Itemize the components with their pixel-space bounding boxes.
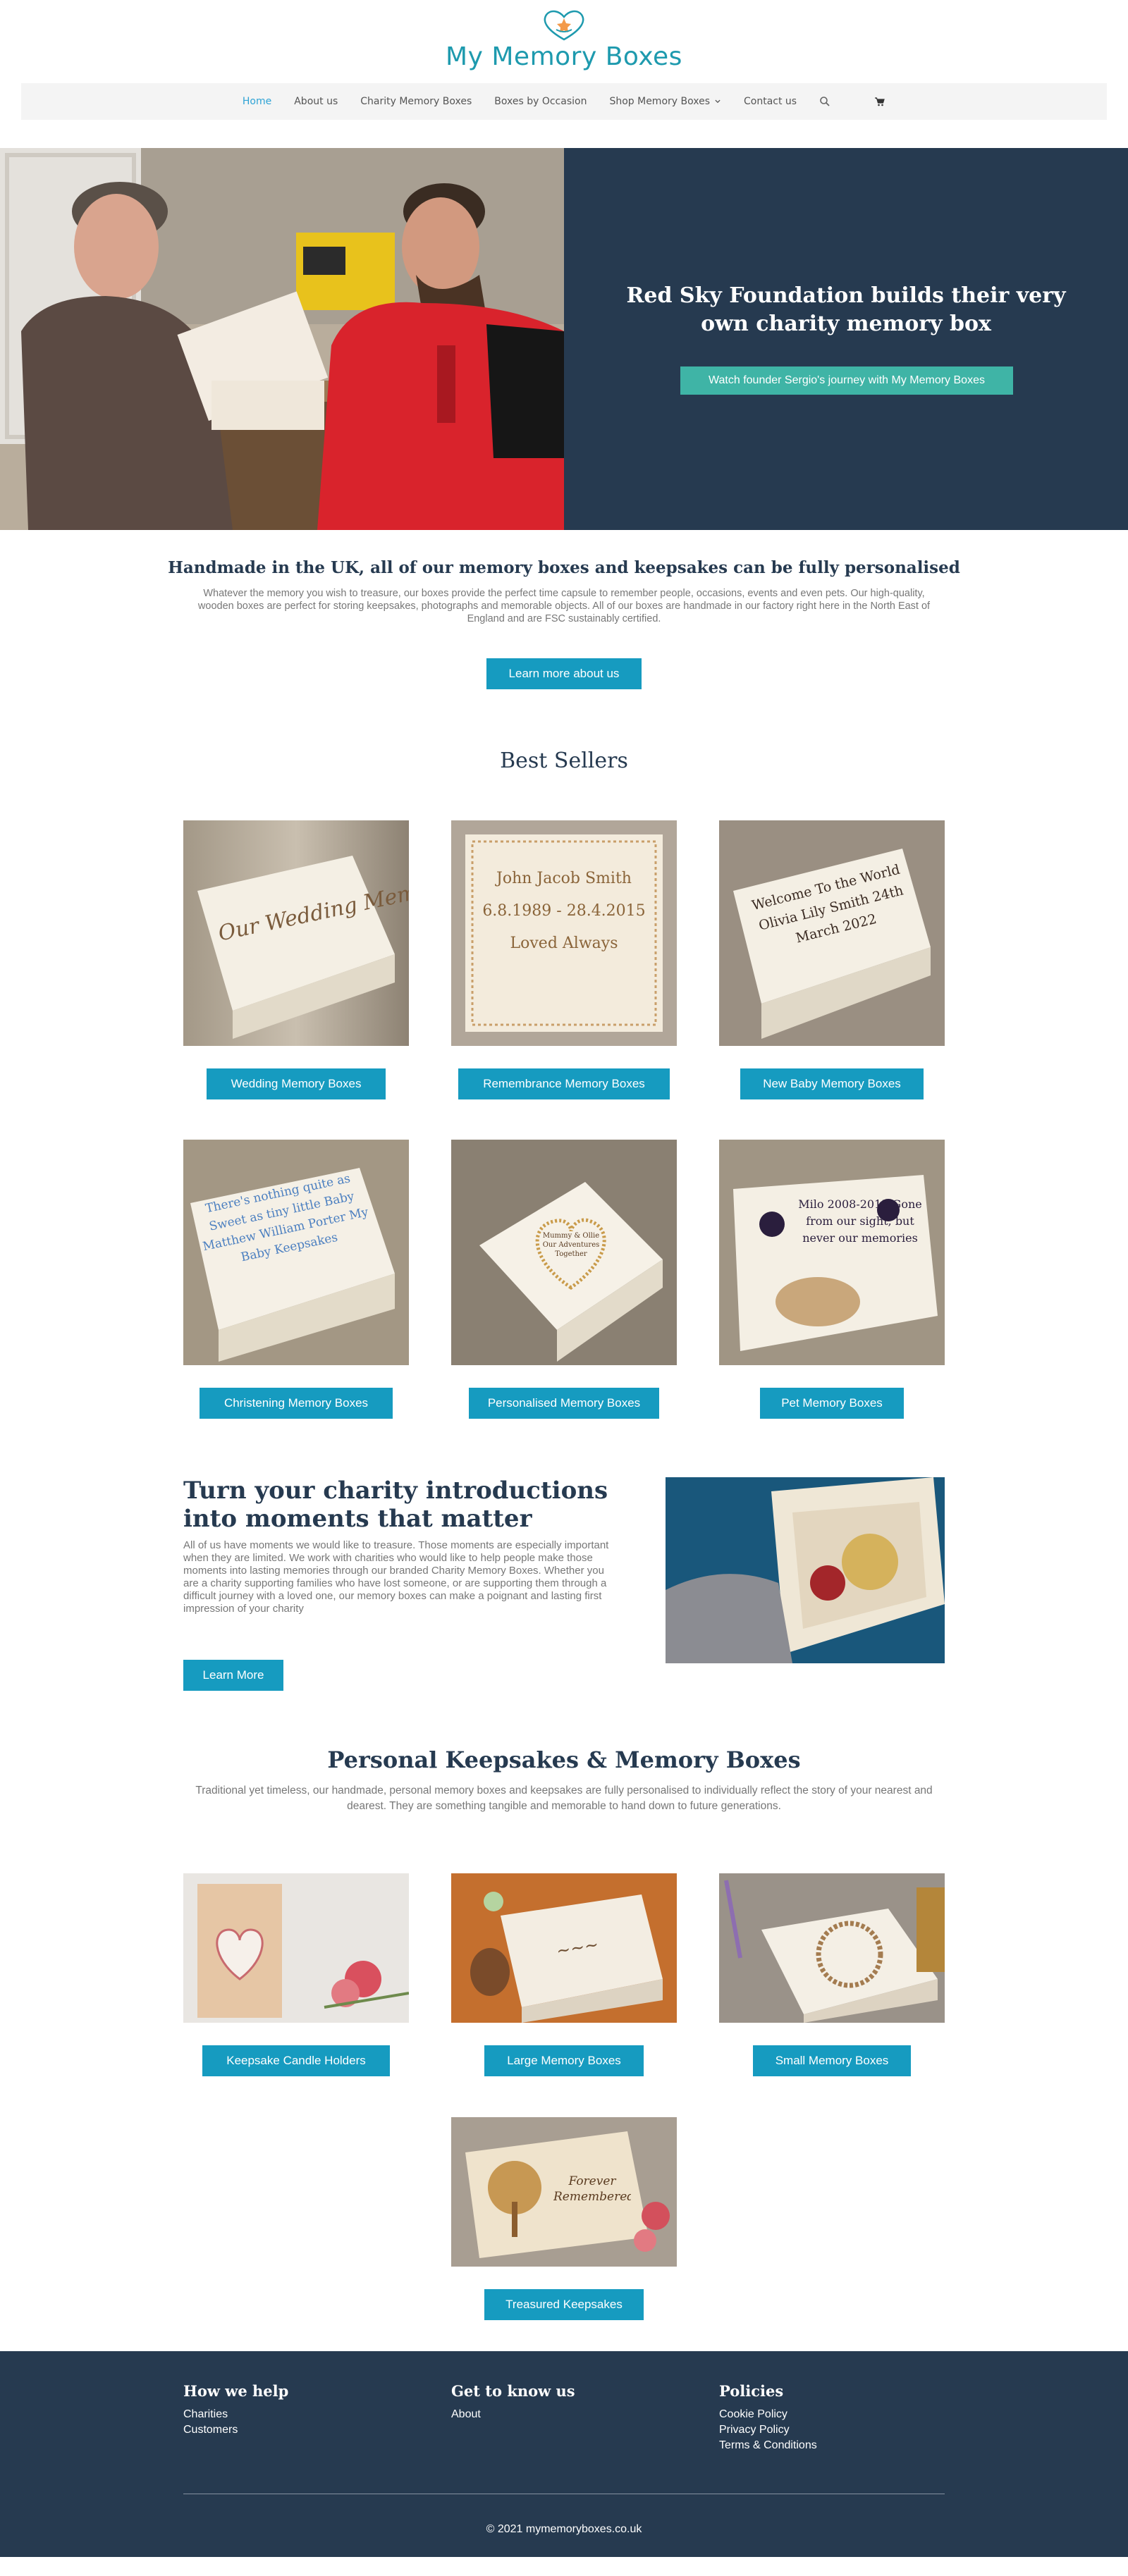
personalised-memory-boxes-button[interactable]: Personalised Memory Boxes (469, 1388, 659, 1419)
product-image[interactable] (719, 1873, 945, 2023)
footer-column-how-we-help: How we help Charities Customers (183, 2382, 409, 2438)
nav-about-us[interactable]: About us (294, 96, 338, 107)
charity-learn-more-button[interactable]: Learn More (183, 1660, 283, 1691)
remembrance-memory-boxes-button[interactable]: Remembrance Memory Boxes (458, 1068, 670, 1099)
hero-panel: Red Sky Foundation builds their very own… (564, 148, 1128, 530)
product-image[interactable]: There's nothing quite as Sweet as tiny l… (183, 1140, 409, 1365)
logo-text: My Memory Boxes (446, 42, 682, 71)
footer-link-privacy-policy[interactable]: Privacy Policy (719, 2422, 945, 2438)
site-header: My Memory Boxes Home About us Charity Me… (0, 0, 1128, 148)
keepsakes-heading: Personal Keepsakes & Memory Boxes (327, 1746, 801, 1773)
new-baby-memory-boxes-button[interactable]: New Baby Memory Boxes (740, 1068, 924, 1099)
small-memory-boxes-button[interactable]: Small Memory Boxes (753, 2045, 911, 2076)
footer-column-policies: Policies Cookie Policy Privacy Policy Te… (719, 2382, 945, 2453)
engraving-text: John Jacob Smith 6.8.1989 - 28.4.2015 Lo… (482, 870, 646, 952)
product-image[interactable]: ~~~ (451, 1873, 677, 2023)
nav-shop-memory-boxes[interactable]: Shop Memory Boxes (609, 96, 721, 107)
main-nav: Home About us Charity Memory Boxes Boxes… (21, 83, 1107, 120)
watch-journey-button[interactable]: Watch founder Sergio's journey with My M… (680, 366, 1013, 395)
large-memory-boxes-button[interactable]: Large Memory Boxes (484, 2045, 644, 2076)
keepsakes-text: Traditional yet timeless, our handmade, … (195, 1785, 933, 1812)
search-icon[interactable] (819, 96, 830, 107)
nav-charity-memory-boxes[interactable]: Charity Memory Boxes (360, 96, 472, 107)
product-small-boxes: Small Memory Boxes (719, 1873, 945, 2076)
wedding-memory-boxes-button[interactable]: Wedding Memory Boxes (207, 1068, 386, 1099)
product-new-baby: Welcome To the World Olivia Lily Smith 2… (719, 820, 945, 1099)
best-sellers-heading: Best Sellers (500, 748, 628, 773)
intro-text: Whatever the memory you wish to treasure… (197, 588, 931, 624)
nav-shop-label: Shop Memory Boxes (609, 96, 711, 107)
product-image[interactable]: Our Wedding Memories (183, 820, 409, 1046)
pet-memory-boxes-button[interactable]: Pet Memory Boxes (760, 1388, 904, 1419)
footer-link-about[interactable]: About (451, 2407, 677, 2422)
product-image[interactable]: John Jacob Smith 6.8.1989 - 28.4.2015 Lo… (451, 820, 677, 1046)
product-image[interactable]: Mummy & Ollie Our Adventures Together (451, 1140, 677, 1365)
intro-title: Handmade in the UK, all of our memory bo… (168, 558, 960, 577)
product-personalised: Mummy & Ollie Our Adventures Together Pe… (451, 1140, 677, 1419)
product-remembrance: John Jacob Smith 6.8.1989 - 28.4.2015 Lo… (451, 820, 677, 1099)
learn-more-about-us-button[interactable]: Learn more about us (486, 658, 642, 689)
product-image[interactable]: Milo 2008-2015 Gone from our sight, but … (719, 1140, 945, 1365)
charity-title: Turn your charity introductions into mom… (183, 1477, 608, 1533)
footer-heading: Get to know us (451, 2382, 575, 2400)
engraving-text: Mummy & Ollie Our Adventures Together (542, 1232, 600, 1258)
nav-boxes-by-occasion[interactable]: Boxes by Occasion (494, 96, 587, 107)
footer-heading: Policies (719, 2382, 784, 2400)
copyright: © 2021 mymemoryboxes.co.uk (486, 2523, 642, 2535)
product-treasured-keepsakes: Forever Remembered Treasured Keepsakes (451, 2117, 677, 2320)
footer-link-charities[interactable]: Charities (183, 2407, 409, 2422)
footer-link-cookie-policy[interactable]: Cookie Policy (719, 2407, 945, 2422)
footer-link-terms-conditions[interactable]: Terms & Conditions (719, 2438, 945, 2453)
product-large-boxes: ~~~ Large Memory Boxes (451, 1873, 677, 2076)
charity-text: All of us have moments we would like to … (183, 1539, 609, 1615)
treasured-keepsakes-button[interactable]: Treasured Keepsakes (484, 2289, 644, 2320)
engraving-text: Forever Remembered (553, 2174, 631, 2204)
keepsake-candle-holders-button[interactable]: Keepsake Candle Holders (202, 2045, 390, 2076)
cart-icon[interactable] (874, 96, 885, 107)
engraving-text: Milo 2008-2015 Gone from our sight, but … (798, 1197, 922, 1245)
product-candle-holders: Keepsake Candle Holders (183, 1873, 409, 2076)
nav-contact-us[interactable]: Contact us (744, 96, 797, 107)
product-christening: There's nothing quite as Sweet as tiny l… (183, 1140, 409, 1419)
nav-home[interactable]: Home (243, 96, 271, 107)
chevron-down-icon (715, 99, 721, 104)
product-wedding: Our Wedding Memories Wedding Memory Boxe… (183, 820, 409, 1099)
heart-logo-icon (544, 10, 584, 41)
charity-image (666, 1477, 945, 1663)
hero-title: Red Sky Foundation builds their very own… (626, 283, 1066, 336)
footer-link-customers[interactable]: Customers (183, 2422, 409, 2438)
footer-heading: How we help (183, 2382, 289, 2400)
product-image[interactable]: Welcome To the World Olivia Lily Smith 2… (719, 820, 945, 1046)
logo[interactable]: My Memory Boxes (0, 8, 1128, 71)
site-footer: How we help Charities Customers Get to k… (0, 2351, 1128, 2557)
product-pet: Milo 2008-2015 Gone from our sight, but … (719, 1140, 945, 1419)
hero-photo (0, 148, 564, 530)
product-image[interactable] (183, 1873, 409, 2023)
christening-memory-boxes-button[interactable]: Christening Memory Boxes (200, 1388, 393, 1419)
product-image[interactable]: Forever Remembered (451, 2117, 677, 2267)
intro-section: Handmade in the UK, all of our memory bo… (0, 558, 1128, 692)
footer-column-get-to-know-us: Get to know us About (451, 2382, 677, 2422)
hero-banner: Red Sky Foundation builds their very own… (0, 148, 1128, 530)
